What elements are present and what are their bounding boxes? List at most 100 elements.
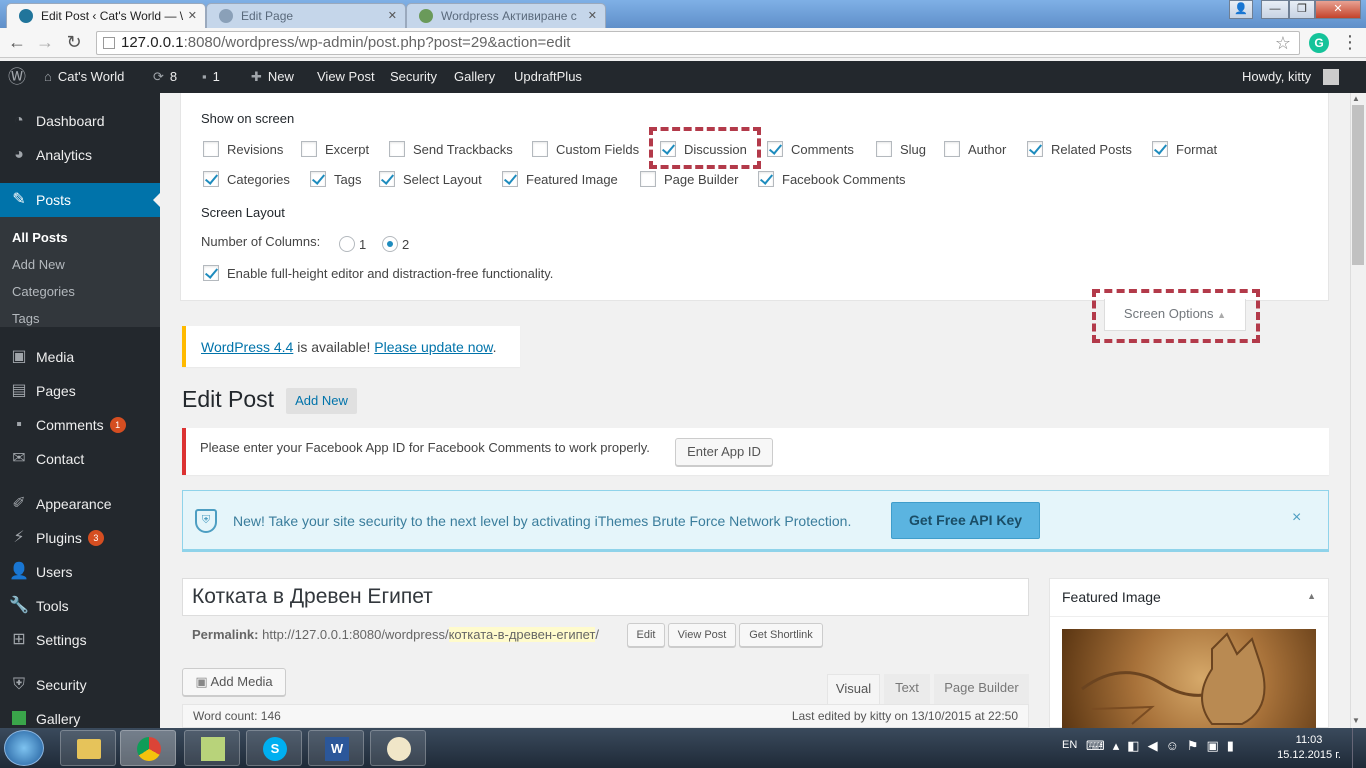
sidebar-item-analytics[interactable]: ◕ Analytics <box>0 138 160 172</box>
close-icon[interactable]: ✕ <box>388 9 397 22</box>
minimize-button[interactable]: — <box>1261 0 1289 19</box>
sidebar-item-security[interactable]: ⛨ Security <box>0 668 160 702</box>
checkbox[interactable] <box>660 141 676 157</box>
word-taskbar-button[interactable]: W <box>308 730 364 766</box>
enter-app-id-button[interactable]: Enter App ID <box>675 438 773 466</box>
checkbox[interactable] <box>1027 141 1043 157</box>
featured-image-thumbnail[interactable] <box>1062 629 1316 729</box>
arrow-up-icon[interactable]: ▲ <box>1307 591 1316 601</box>
option-related-posts[interactable]: Related Posts <box>1027 140 1132 160</box>
checkbox[interactable] <box>640 171 656 187</box>
close-icon[interactable]: ✕ <box>588 9 597 22</box>
radio[interactable] <box>339 236 355 252</box>
option-slug[interactable]: Slug <box>876 140 926 160</box>
account-link[interactable]: Howdy, kitty <box>1242 61 1311 93</box>
view-post-link[interactable]: View Post <box>317 61 375 93</box>
submenu-add-new[interactable]: Add New <box>0 251 160 278</box>
tab-edit-post[interactable]: Edit Post ‹ Cat's World — \ ✕ <box>6 3 206 28</box>
sidebar-item-dashboard[interactable]: ◔ Dashboard <box>0 104 160 138</box>
sidebar-item-comments[interactable]: ▪ Comments 1 <box>0 408 160 442</box>
back-icon[interactable]: ← <box>5 31 29 55</box>
grammarly-icon[interactable]: G <box>1309 33 1329 53</box>
checkbox[interactable] <box>310 171 326 187</box>
scroll-up-icon[interactable]: ▲ <box>1352 94 1360 103</box>
tray-icons[interactable]: ⌨▴◧◀☺⚑▣▮ <box>1086 738 1242 754</box>
menu-icon[interactable]: ⋮ <box>1338 31 1362 55</box>
option-featured-image[interactable]: Featured Image <box>502 170 618 190</box>
sidebar-item-settings[interactable]: ⊞ Settings <box>0 623 160 657</box>
edit-permalink-button[interactable]: Edit <box>627 623 665 647</box>
get-free-api-key-button[interactable]: Get Free API Key <box>891 502 1040 539</box>
checkbox[interactable] <box>1152 141 1168 157</box>
tab-wordpress[interactable]: Wordpress Активиране с ✕ <box>406 3 606 28</box>
submenu-all-posts[interactable]: All Posts <box>0 224 160 251</box>
radio[interactable] <box>382 236 398 252</box>
wordpress-version-link[interactable]: WordPress 4.4 <box>201 339 293 355</box>
option-excerpt[interactable]: Excerpt <box>301 140 369 160</box>
option-select-layout[interactable]: Select Layout <box>379 170 482 190</box>
checkbox[interactable] <box>767 141 783 157</box>
checkbox[interactable] <box>502 171 518 187</box>
gallery-link[interactable]: Gallery <box>454 61 495 93</box>
updraftplus-link[interactable]: UpdraftPlus <box>514 61 582 93</box>
language-indicator[interactable]: EN <box>1062 739 1077 751</box>
option-facebook-comments[interactable]: Facebook Comments <box>758 170 906 190</box>
option-page-builder[interactable]: Page Builder <box>640 170 738 190</box>
option-tags[interactable]: Tags <box>310 170 361 190</box>
add-new-button[interactable]: Add New <box>286 388 357 414</box>
scroll-down-icon[interactable]: ▼ <box>1352 716 1360 725</box>
option-comments[interactable]: Comments <box>767 140 854 160</box>
sidebar-item-plugins[interactable]: ⚡ Plugins 3 <box>0 521 160 555</box>
checkbox[interactable] <box>301 141 317 157</box>
chrome-taskbar-button[interactable] <box>120 730 176 766</box>
forward-icon[interactable]: → <box>33 31 57 55</box>
new-content-link[interactable]: ✚ New <box>251 61 294 93</box>
sidebar-item-appearance[interactable]: ✐ Appearance <box>0 487 160 521</box>
paint-taskbar-button[interactable] <box>370 730 426 766</box>
sidebar-item-users[interactable]: 👤 Users <box>0 555 160 589</box>
updates-link[interactable]: ⟳ 8 <box>153 61 177 93</box>
checkbox[interactable] <box>876 141 892 157</box>
screen-options-toggle[interactable]: Screen Options ▲ <box>1104 299 1246 331</box>
view-post-button[interactable]: View Post <box>668 623 736 647</box>
sidebar-item-posts[interactable]: ✎ Posts <box>0 183 160 217</box>
option-discussion[interactable]: Discussion <box>660 140 747 160</box>
option-format[interactable]: Format <box>1152 140 1217 160</box>
site-name-link[interactable]: ⌂ Cat's World <box>44 61 124 93</box>
columns-2-radio[interactable]: 2 <box>382 235 409 255</box>
clock[interactable]: 11:03 15.12.2015 г. <box>1276 733 1342 763</box>
close-window-button[interactable]: ✕ <box>1315 0 1361 19</box>
sidebar-item-media[interactable]: ▣ Media <box>0 340 160 374</box>
submenu-tags[interactable]: Tags <box>0 305 160 332</box>
address-bar[interactable]: 127.0.0.1:8080/wordpress/wp-admin/post.p… <box>96 31 1300 55</box>
close-icon[interactable]: × <box>1292 509 1301 527</box>
maximize-button[interactable]: ❐ <box>1289 0 1315 19</box>
wordpress-logo-icon[interactable]: Ⓦ <box>8 61 26 93</box>
option-custom-fields[interactable]: Custom Fields <box>532 140 639 160</box>
avatar[interactable] <box>1323 69 1339 85</box>
option-categories[interactable]: Categories <box>203 170 290 190</box>
option-author[interactable]: Author <box>944 140 1006 160</box>
comments-link[interactable]: ▪ 1 <box>202 61 220 93</box>
checkbox[interactable] <box>758 171 774 187</box>
tab-page-builder[interactable]: Page Builder <box>934 674 1029 704</box>
tab-visual[interactable]: Visual <box>827 674 880 704</box>
option-fullheight-editor[interactable]: Enable full-height editor and distractio… <box>203 264 553 284</box>
start-button[interactable] <box>4 730 44 766</box>
checkbox[interactable] <box>389 141 405 157</box>
get-shortlink-button[interactable]: Get Shortlink <box>739 623 823 647</box>
submenu-categories[interactable]: Categories <box>0 278 160 305</box>
checkbox[interactable] <box>532 141 548 157</box>
checkbox[interactable] <box>203 171 219 187</box>
tab-text[interactable]: Text <box>884 674 930 704</box>
skype-taskbar-button[interactable]: S <box>246 730 302 766</box>
sidebar-item-contact[interactable]: ✉ Contact <box>0 442 160 476</box>
permalink-slug[interactable]: котката-в-древен-египет <box>448 627 596 642</box>
sidebar-item-tools[interactable]: 🔧 Tools <box>0 589 160 623</box>
scrollbar-thumb[interactable] <box>1352 105 1364 265</box>
option-send-trackbacks[interactable]: Send Trackbacks <box>389 140 513 160</box>
show-desktop-button[interactable] <box>1352 728 1366 768</box>
security-link[interactable]: Security <box>390 61 437 93</box>
close-icon[interactable]: ✕ <box>188 9 197 22</box>
tab-edit-page[interactable]: Edit Page ✕ <box>206 3 406 28</box>
